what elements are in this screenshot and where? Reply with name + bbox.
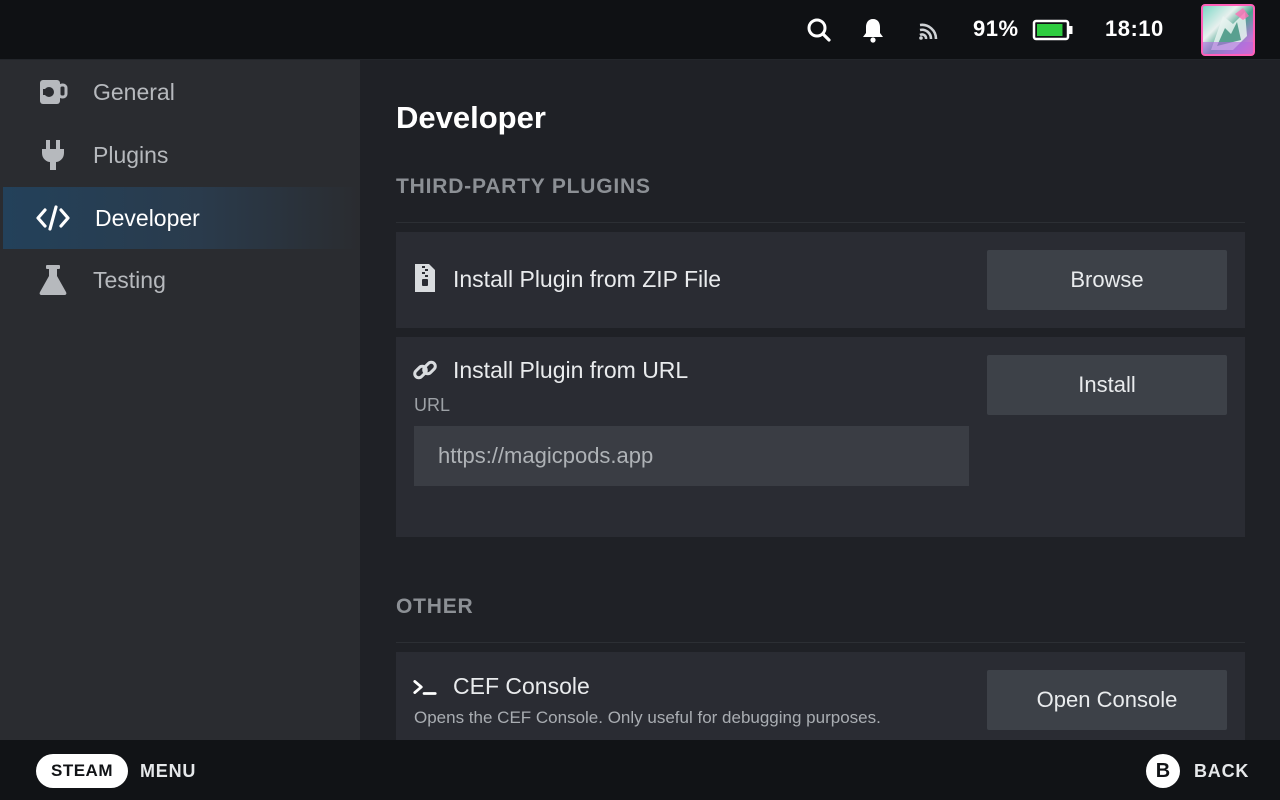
network-icon[interactable]	[914, 15, 944, 45]
cef-console-description: Opens the CEF Console. Only useful for d…	[414, 708, 881, 727]
link-icon	[412, 357, 438, 383]
sidebar-item-general[interactable]: General	[3, 61, 359, 123]
battery-fill	[1037, 24, 1063, 36]
sidebar-item-label: Developer	[95, 204, 200, 231]
url-field-label: URL	[414, 395, 451, 415]
bottom-bar: STEAM MENU B BACK	[0, 740, 1280, 800]
section-heading-other: OTHER	[396, 595, 474, 618]
install-url-label: Install Plugin from URL	[453, 357, 689, 383]
clock: 18:10	[1105, 16, 1164, 41]
coffee-mug-icon	[35, 74, 71, 110]
page-title: Developer	[396, 100, 546, 135]
steam-button[interactable]: STEAM	[36, 754, 128, 788]
battery-icon[interactable]	[1032, 15, 1074, 45]
sidebar-item-label: Plugins	[93, 141, 169, 168]
browse-button[interactable]: Browse	[987, 250, 1227, 310]
sidebar-item-label: Testing	[93, 266, 166, 293]
plug-icon	[35, 137, 71, 173]
sidebar-item-label: General	[93, 78, 175, 105]
bell-icon[interactable]	[858, 15, 888, 45]
top-status-bar: 91% 18:10	[0, 0, 1280, 60]
back-label: BACK	[1194, 761, 1250, 781]
sidebar: General Plugins Developer Testing	[0, 60, 360, 740]
cef-console-label: CEF Console	[453, 673, 590, 699]
cef-console-row: CEF Console Opens the CEF Console. Only …	[396, 652, 1245, 740]
divider	[396, 642, 1245, 643]
url-input[interactable]	[414, 426, 969, 486]
open-console-button[interactable]: Open Console	[987, 670, 1227, 730]
sidebar-item-testing[interactable]: Testing	[3, 249, 359, 311]
terminal-icon	[412, 674, 438, 700]
install-zip-label: Install Plugin from ZIP File	[453, 266, 722, 292]
install-button[interactable]: Install	[987, 355, 1227, 415]
avatar[interactable]	[1201, 4, 1255, 56]
battery-percent: 91%	[973, 16, 1019, 41]
sidebar-item-developer[interactable]: Developer	[3, 187, 359, 249]
sidebar-item-plugins[interactable]: Plugins	[3, 124, 359, 186]
divider	[396, 222, 1245, 223]
menu-label: MENU	[140, 761, 197, 781]
code-icon	[35, 200, 71, 236]
section-heading-third-party: THIRD-PARTY PLUGINS	[396, 175, 651, 198]
b-button[interactable]: B	[1146, 754, 1180, 788]
install-url-row: Install Plugin from URL URL Install	[396, 337, 1245, 537]
install-zip-row: Install Plugin from ZIP File Browse	[396, 232, 1245, 328]
zip-file-icon	[412, 264, 438, 292]
search-icon[interactable]	[804, 15, 834, 45]
flask-icon	[35, 262, 71, 298]
main-content: Developer THIRD-PARTY PLUGINS Install Pl…	[360, 60, 1280, 740]
